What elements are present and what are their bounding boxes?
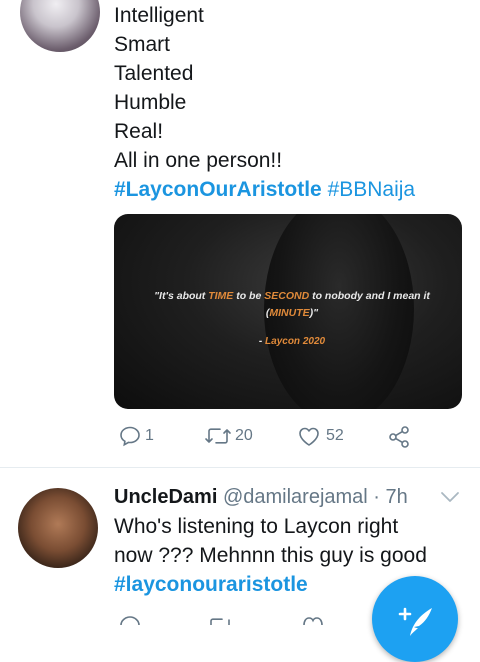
tweet-text-line: Who's listening to Laycon right (114, 515, 399, 538)
avatar[interactable] (20, 0, 100, 52)
user-handle[interactable]: @damilarejamal (223, 486, 368, 508)
chevron-down-icon[interactable] (440, 490, 460, 509)
tweet-text-line: Talented (114, 62, 194, 85)
avatar[interactable] (18, 488, 98, 568)
tweet-text-line: Real! (114, 120, 164, 143)
reply-icon[interactable] (118, 612, 142, 630)
reply-icon (118, 424, 142, 448)
tweet-divider (0, 467, 480, 468)
retweet-count: 20 (235, 427, 253, 444)
user-name[interactable]: UncleDami (114, 486, 217, 508)
tweet-header: UncleDami @damilarejamal · 7h (114, 486, 408, 509)
retweet-icon (204, 424, 232, 448)
reply-count: 1 (145, 427, 154, 444)
tweet-text-line: Smart (114, 33, 171, 56)
reply-button[interactable]: 1 (118, 424, 154, 448)
hashtag-row: #LayconOurAristotle #BBNaija (114, 175, 415, 204)
like-icon (296, 424, 322, 448)
tweet-text-line: All in one person!! (114, 149, 283, 172)
hashtag-link[interactable]: #BBNaija (328, 178, 416, 201)
like-button[interactable]: 52 (296, 424, 344, 448)
hashtag-link[interactable]: #layconouraristotle (114, 573, 308, 596)
media-credit: - Laycon 2020 (258, 336, 326, 347)
tweet-text-line: now ??? Mehnnn this guy is good (114, 544, 427, 567)
retweet-icon[interactable] (206, 612, 234, 630)
tweet-actions: 1 20 52 (114, 424, 462, 454)
share-button[interactable] (386, 424, 412, 450)
like-icon[interactable] (300, 612, 326, 630)
tweet-time: · 7h (373, 486, 408, 508)
tweet-text-line: Intelligent (114, 4, 204, 27)
tweet-text-line: Humble (114, 91, 187, 114)
tweet-media-image[interactable]: "It's about TIME to be SECOND to nobody … (114, 214, 462, 409)
media-quote: "It's about TIME to be SECOND to nobody … (154, 290, 430, 319)
compose-tweet-button[interactable] (372, 576, 458, 662)
hashtag-row: #layconouraristotle (114, 570, 308, 599)
retweet-button[interactable]: 20 (204, 424, 253, 448)
like-count: 52 (326, 427, 344, 444)
hashtag-link[interactable]: #LayconOurAristotle (114, 178, 322, 201)
share-icon (386, 424, 412, 450)
